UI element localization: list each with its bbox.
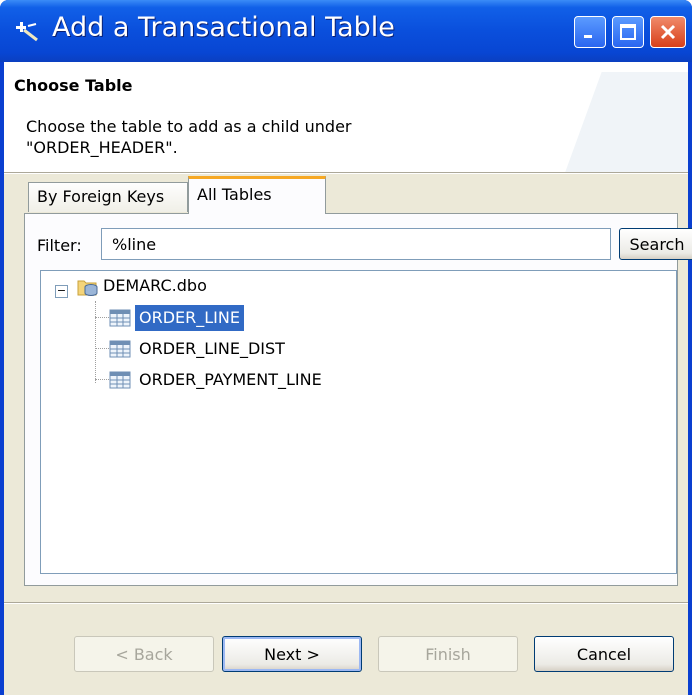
- tree-item-order-line[interactable]: ORDER_LINE: [135, 305, 244, 331]
- tab-all-tables[interactable]: All Tables: [188, 176, 326, 214]
- wizard-wand-icon: [16, 22, 38, 42]
- tree-connector-branch: [95, 317, 109, 318]
- table-tree[interactable]: − DEMARC.dbo ORDER_LINE ORDER_LINE_DIST …: [40, 270, 677, 574]
- wizard-header: Choose Table Choose the table to add as …: [4, 62, 688, 172]
- tree-item-order-line-dist[interactable]: ORDER_LINE_DIST: [135, 336, 289, 362]
- tree-item-order-payment-line[interactable]: ORDER_PAYMENT_LINE: [135, 367, 326, 393]
- dialog-client-area: Choose Table Choose the table to add as …: [4, 62, 692, 695]
- back-button[interactable]: < Back: [74, 636, 214, 672]
- collapse-toggle[interactable]: −: [55, 285, 68, 298]
- filter-input[interactable]: [101, 228, 611, 260]
- tree-connector-branch: [95, 379, 109, 380]
- title-bar[interactable]: Add a Transactional Table: [0, 0, 692, 62]
- table-icon: [109, 340, 131, 358]
- table-icon: [109, 309, 131, 327]
- search-button[interactable]: Search: [619, 228, 692, 260]
- database-folder-icon: [77, 280, 98, 296]
- dialog-window: Add a Transactional Table Choose Table C…: [0, 0, 692, 695]
- maximize-icon: [620, 24, 636, 40]
- table-icon: [109, 371, 131, 389]
- footer-divider: [4, 602, 688, 604]
- maximize-button[interactable]: [612, 16, 644, 48]
- tree-connector-branch: [95, 348, 109, 349]
- page-description: Choose the table to add as a child under…: [26, 117, 352, 157]
- close-button[interactable]: [650, 16, 686, 48]
- tab-panel-all-tables: Filter: Search − DEMARC.dbo: [24, 213, 692, 586]
- finish-button[interactable]: Finish: [378, 636, 518, 672]
- header-divider: [4, 172, 688, 174]
- tree-root-label[interactable]: DEMARC.dbo: [103, 273, 207, 299]
- filter-label: Filter:: [37, 236, 82, 255]
- tree-connector: [95, 301, 96, 383]
- window-title: Add a Transactional Table: [52, 12, 395, 43]
- cancel-button[interactable]: Cancel: [534, 636, 674, 672]
- page-title: Choose Table: [14, 76, 133, 95]
- close-icon: [660, 24, 676, 40]
- minimize-button[interactable]: [574, 16, 606, 48]
- tab-by-foreign-keys[interactable]: By Foreign Keys: [28, 182, 188, 212]
- minimize-icon: [584, 35, 592, 38]
- next-button[interactable]: Next >: [222, 636, 362, 672]
- header-decoration: [554, 72, 688, 172]
